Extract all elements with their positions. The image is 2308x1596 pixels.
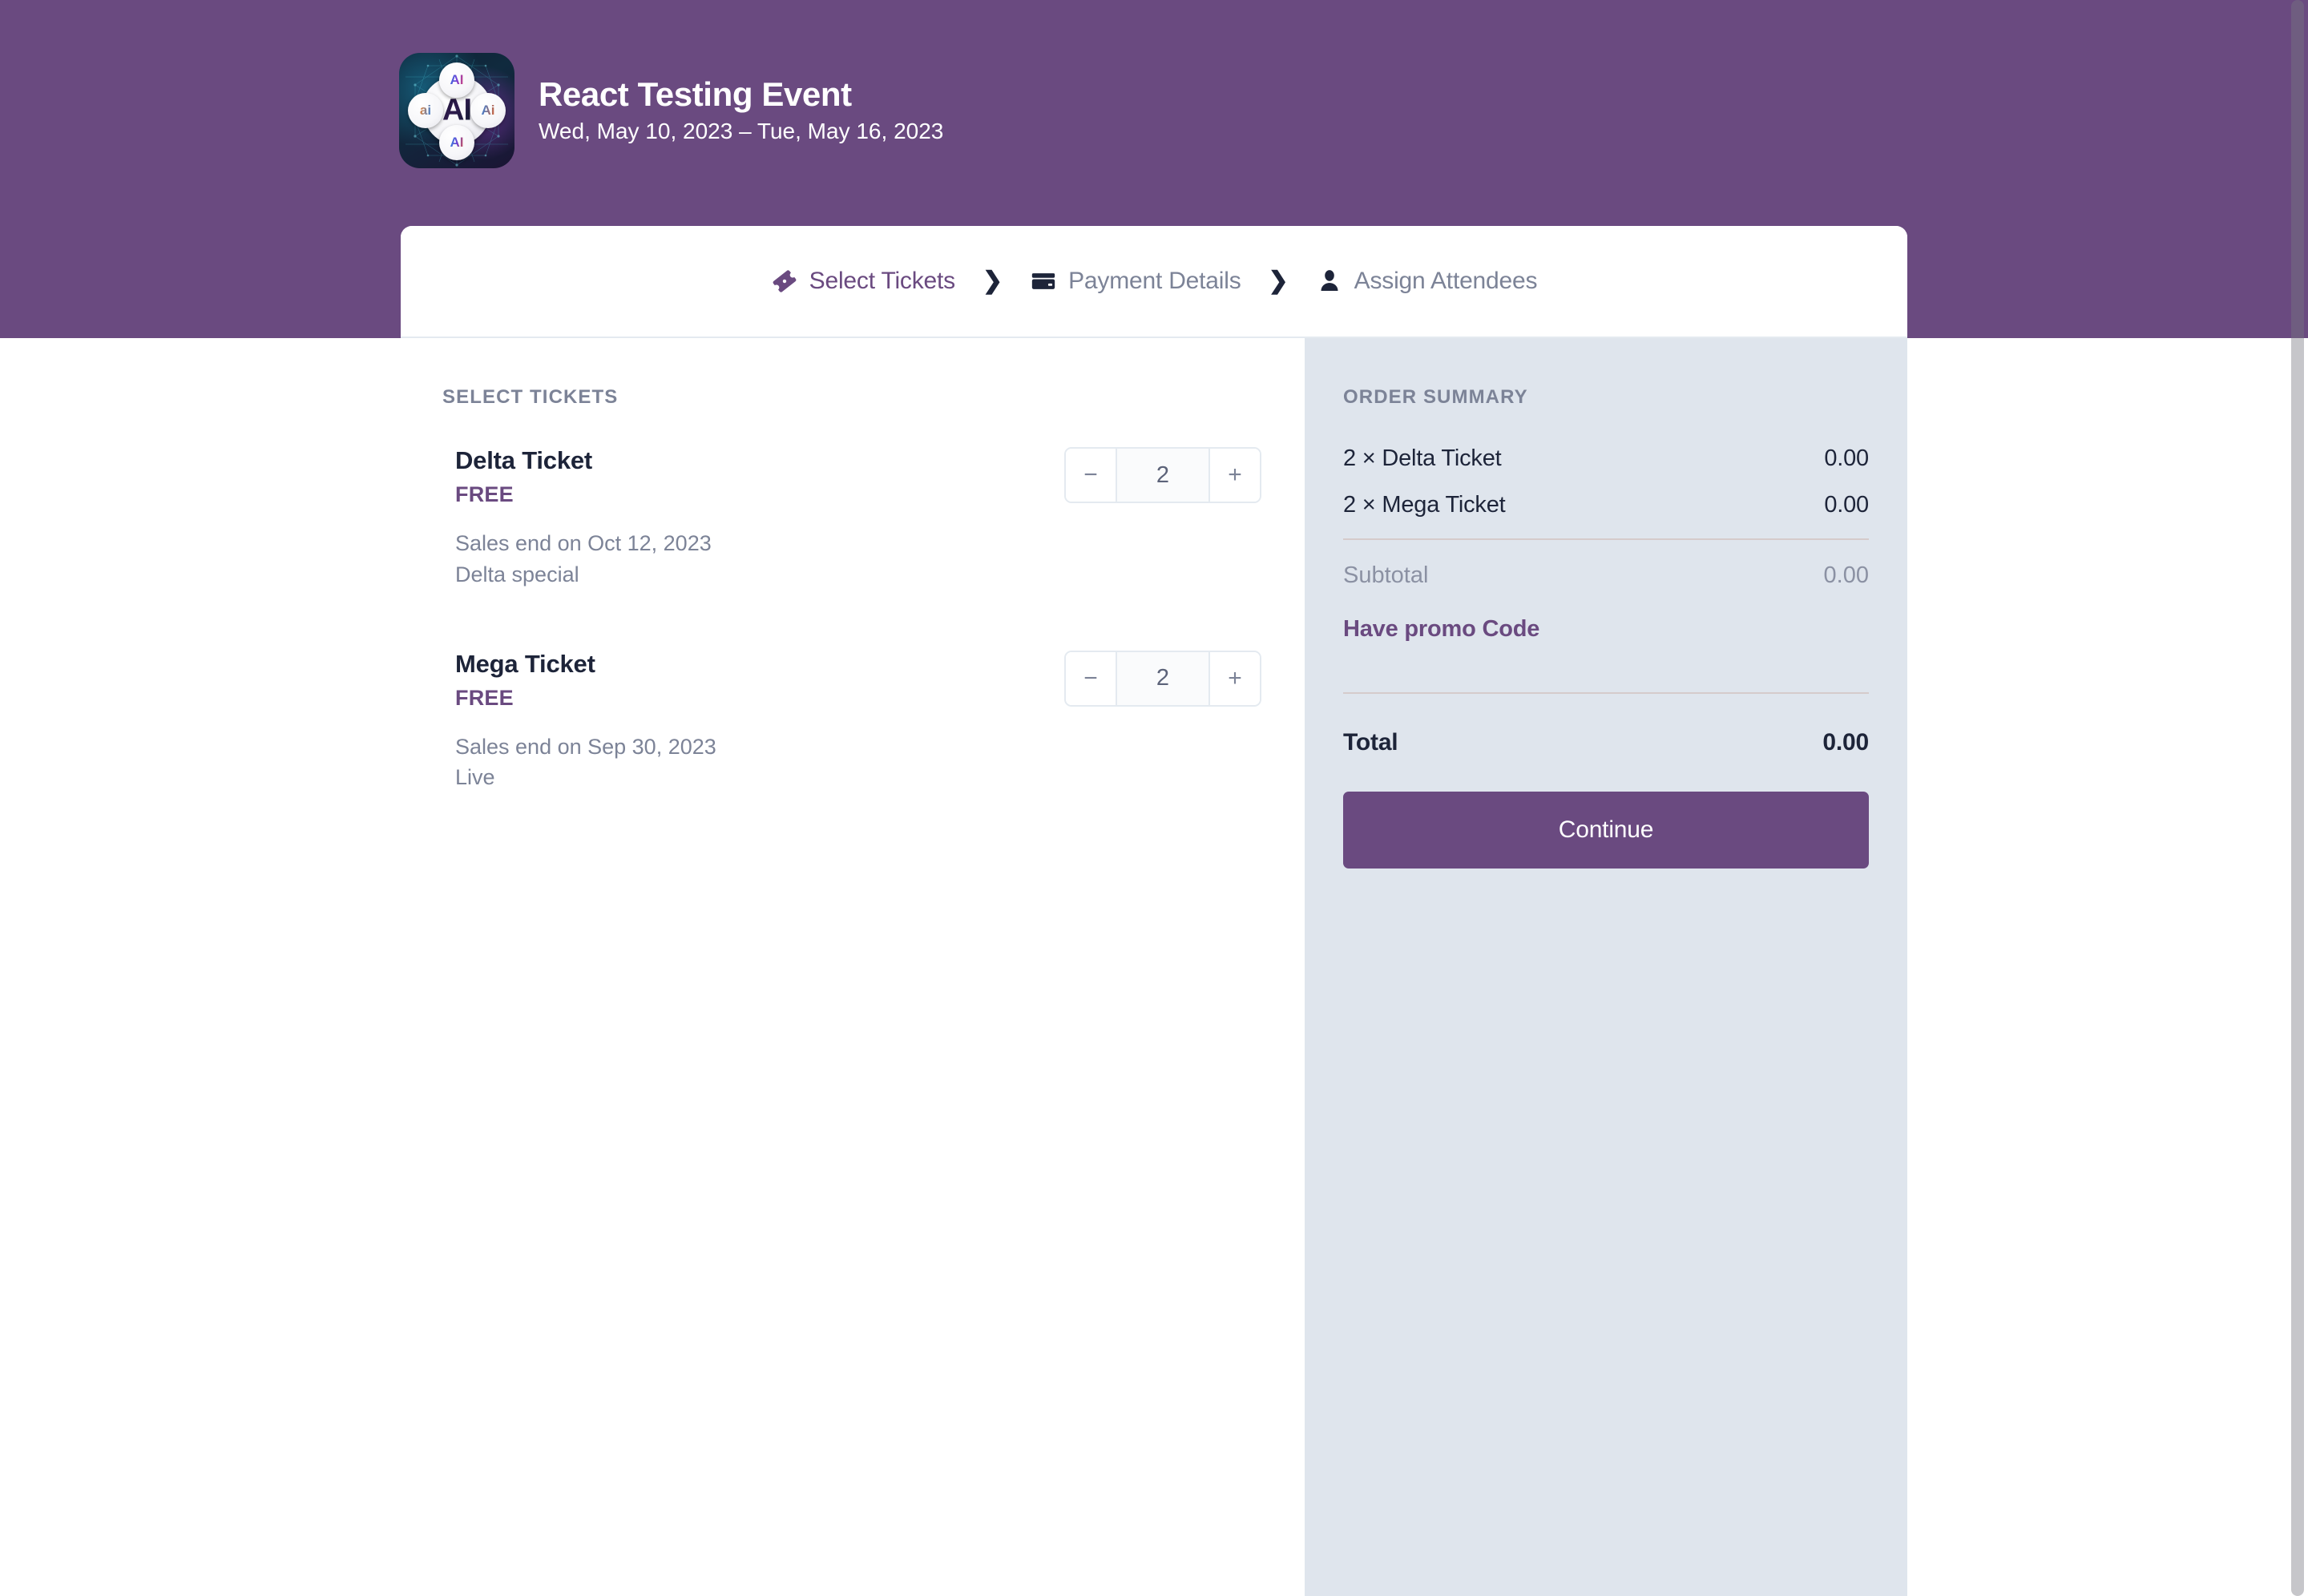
- ticket-name: Delta Ticket: [455, 446, 593, 474]
- ticket-price: FREE: [455, 482, 514, 507]
- quantity-value[interactable]: 2: [1116, 651, 1210, 705]
- ticket-price: FREE: [455, 686, 514, 711]
- page-scrollbar-thumb[interactable]: [2291, 0, 2304, 1596]
- logo-badge-left: ai: [408, 93, 443, 128]
- step-payment-details-label: Payment Details: [1068, 268, 1241, 294]
- checkout-body: SELECT TICKETS Delta Ticket FREE Sales e…: [401, 338, 1907, 1596]
- summary-subtotal-amount: 0.00: [1823, 562, 1869, 588]
- step-chevron-2: ❯: [1268, 268, 1289, 294]
- logo-badge-top: AI: [439, 62, 474, 98]
- step-chevron-1: ❯: [982, 268, 1003, 294]
- promo-code-link[interactable]: Have promo Code: [1343, 616, 1539, 643]
- step-assign-attendees[interactable]: Assign Attendees: [1316, 268, 1538, 295]
- summary-total-label: Total: [1343, 729, 1398, 756]
- logo-badge-right: Ai: [470, 93, 506, 128]
- step-payment-details[interactable]: Payment Details: [1030, 268, 1241, 295]
- event-header-text: React Testing Event Wed, May 10, 2023 – …: [539, 75, 943, 146]
- order-summary-background-extension: [1305, 1484, 1907, 1596]
- summary-subtotal-row: Subtotal 0.00: [1343, 562, 1869, 589]
- summary-divider-total: [1343, 692, 1869, 694]
- logo-badge-bottom-text: AI: [450, 135, 464, 150]
- summary-total-amount: 0.00: [1822, 729, 1869, 756]
- ticket-info: Mega Ticket FREE Sales end on Sep 30, 20…: [455, 649, 1064, 793]
- summary-line-item-label: 2 × Delta Ticket: [1343, 445, 1502, 471]
- summary-total-row: Total 0.00: [1343, 729, 1869, 756]
- quantity-decrement-button[interactable]: −: [1066, 449, 1116, 502]
- step-assign-attendees-label: Assign Attendees: [1354, 268, 1538, 294]
- quantity-increment-button[interactable]: +: [1210, 449, 1260, 502]
- event-logo: AI AI AI ai Ai: [399, 53, 514, 168]
- ticket-sales-end: Sales end on Sep 30, 2023: [455, 735, 716, 760]
- logo-badge-bottom: AI: [439, 125, 474, 160]
- summary-line-item-label: 2 × Mega Ticket: [1343, 492, 1506, 518]
- select-tickets-panel: SELECT TICKETS Delta Ticket FREE Sales e…: [401, 338, 1305, 1596]
- checkout-step-nav: Select Tickets ❯ Payment Details ❯ Assig…: [401, 226, 1907, 338]
- order-summary-panel: ORDER SUMMARY 2 × Delta Ticket 0.00 2 × …: [1305, 338, 1907, 1596]
- summary-divider: [1343, 538, 1869, 540]
- promo-code-link-wrap: Have promo Code: [1343, 616, 1869, 643]
- logo-badge-left-text: ai: [419, 103, 432, 118]
- quantity-decrement-button[interactable]: −: [1066, 651, 1116, 705]
- quantity-stepper[interactable]: − 2 +: [1064, 650, 1261, 707]
- step-select-tickets[interactable]: Select Tickets: [771, 268, 955, 295]
- step-select-tickets-label: Select Tickets: [809, 268, 955, 294]
- summary-line-item-amount: 0.00: [1824, 492, 1869, 518]
- order-summary-heading: ORDER SUMMARY: [1343, 386, 1528, 408]
- quantity-increment-button[interactable]: +: [1210, 651, 1260, 705]
- continue-button[interactable]: Continue: [1343, 792, 1869, 869]
- summary-line-item: 2 × Delta Ticket 0.00: [1343, 445, 1869, 472]
- summary-line-item-amount: 0.00: [1824, 445, 1869, 471]
- person-icon: [1316, 268, 1343, 295]
- event-dates: Wed, May 10, 2023 – Tue, May 16, 2023: [539, 118, 944, 143]
- summary-subtotal-label: Subtotal: [1343, 562, 1429, 588]
- checkout-card: Select Tickets ❯ Payment Details ❯ Assig…: [401, 226, 1907, 1596]
- event-title: React Testing Event: [539, 75, 852, 113]
- ticket-row: Delta Ticket FREE Sales end on Oct 12, 2…: [442, 445, 1305, 590]
- logo-badge-top-text: AI: [450, 72, 464, 87]
- quantity-stepper[interactable]: − 2 +: [1064, 447, 1261, 503]
- logo-badge-right-text: Ai: [481, 103, 495, 118]
- ticket-description: Delta special: [455, 562, 579, 586]
- credit-card-icon: [1030, 268, 1057, 295]
- event-header: AI AI AI ai Ai React Testing Event Wed, …: [399, 53, 943, 168]
- summary-line-item: 2 × Mega Ticket 0.00: [1343, 492, 1869, 518]
- ticket-icon: [771, 268, 798, 295]
- ticket-row: Mega Ticket FREE Sales end on Sep 30, 20…: [442, 649, 1305, 793]
- quantity-value[interactable]: 2: [1116, 449, 1210, 502]
- ticket-name: Mega Ticket: [455, 649, 595, 678]
- ticket-sales-end: Sales end on Oct 12, 2023: [455, 531, 712, 556]
- logo-core-text: AI: [442, 93, 472, 127]
- select-tickets-heading: SELECT TICKETS: [442, 386, 619, 408]
- page-scrollbar-track[interactable]: [2287, 0, 2308, 1596]
- ticket-description: Live: [455, 765, 495, 790]
- ticket-info: Delta Ticket FREE Sales end on Oct 12, 2…: [455, 445, 1064, 590]
